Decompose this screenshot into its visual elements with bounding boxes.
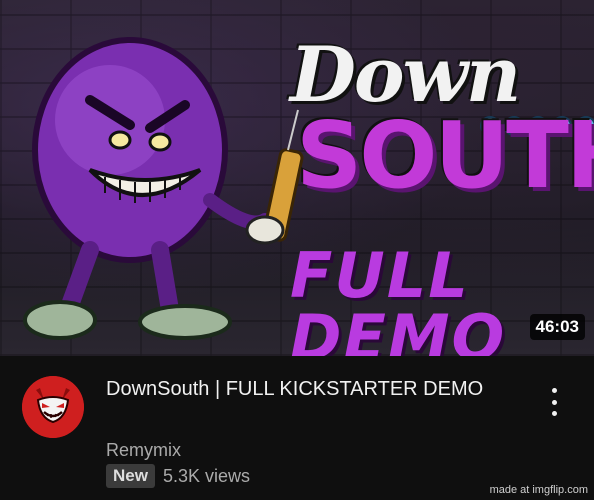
video-metadata: DownSouth | FULL KICKSTARTER DEMO Remymi… bbox=[0, 356, 594, 500]
video-thumbnail[interactable]: Down SOUTH FULL DEMO 46:03 bbox=[0, 0, 594, 356]
devil-face-icon bbox=[22, 376, 84, 438]
video-title[interactable]: DownSouth | FULL KICKSTARTER DEMO bbox=[106, 376, 506, 403]
channel-avatar[interactable] bbox=[22, 376, 84, 438]
imgflip-watermark: made at imgflip.com bbox=[489, 484, 588, 496]
view-count: 5.3K views bbox=[162, 465, 251, 486]
more-vert-icon[interactable] bbox=[544, 386, 564, 418]
thumbnail-title-south: SOUTH bbox=[296, 102, 594, 209]
purple-character-illustration bbox=[23, 37, 304, 340]
new-badge: New bbox=[106, 464, 155, 488]
channel-name[interactable]: Remymix bbox=[106, 440, 181, 461]
video-duration-badge: 46:03 bbox=[529, 314, 585, 340]
video-stats: New 5.3K views bbox=[106, 464, 250, 488]
